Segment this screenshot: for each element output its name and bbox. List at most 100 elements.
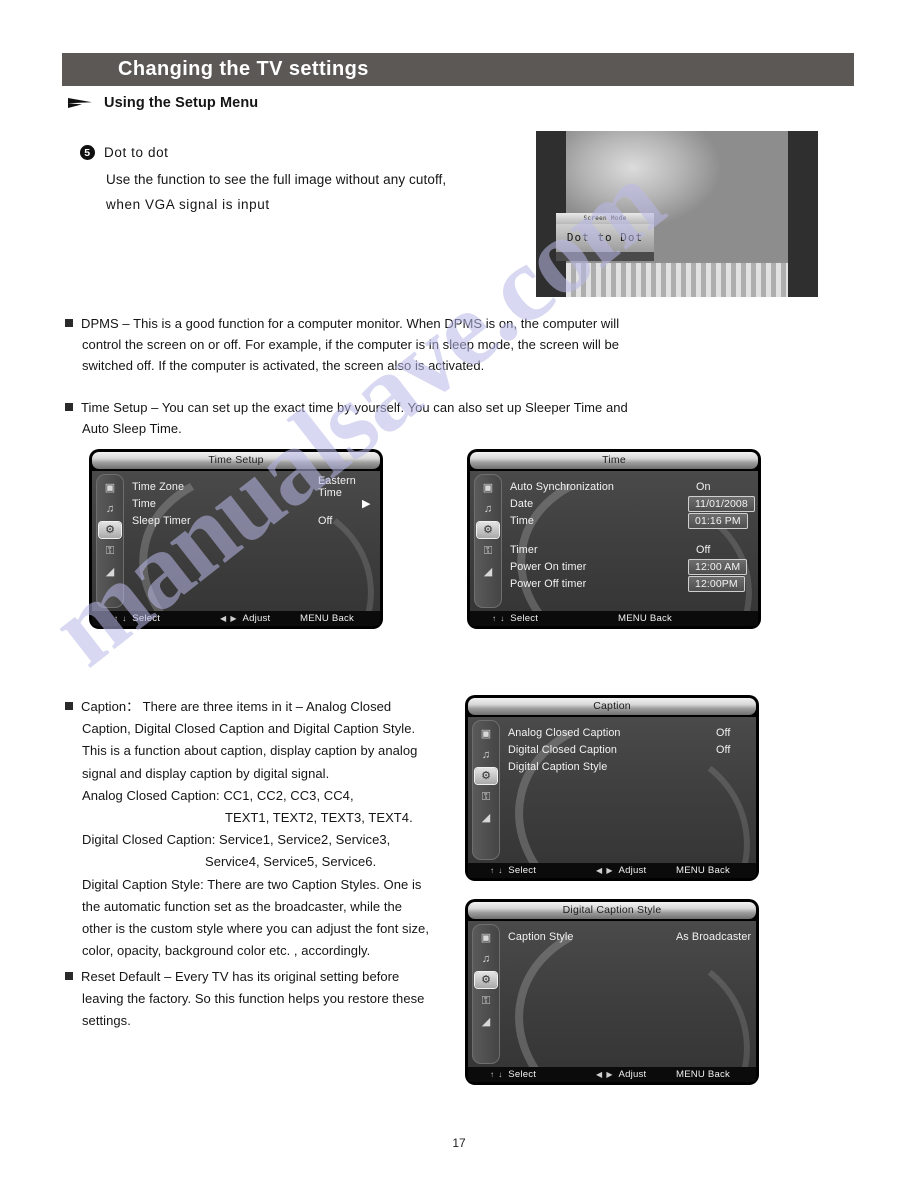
osd-body-caption: ▣ ♫ ⚙ ⚿ ◢ Analog Closed Caption Off Digital Cl… (468, 717, 756, 863)
osd-footer-back-label: MENU Back (676, 865, 731, 876)
osd-footer-back: MENU Back (300, 613, 354, 624)
osd-row-label: Analog Closed Caption (508, 726, 621, 739)
osd-row-value: Off (716, 743, 731, 756)
setup-icon[interactable]: ⚙ (475, 768, 497, 784)
osd-footer-adjust-label: Adjust (242, 613, 271, 624)
osd-footer-back-label: MENU Back (676, 1069, 731, 1080)
osd-row[interactable]: Time 01:16 PM (510, 512, 758, 529)
lock-icon[interactable]: ⚿ (475, 993, 497, 1009)
osd-row[interactable]: Timer Off (510, 541, 758, 558)
osd-row-label: Digital Closed Caption (508, 743, 618, 756)
osd-sidebar-rail[interactable]: ▣ ♫ ⚙ ⚿ ◢ (472, 924, 500, 1064)
paragraph-caption-line1: Caption： There are three items in it – A… (81, 699, 392, 714)
osd-row[interactable]: Caption Style As Broadcaster (508, 928, 756, 945)
osd-sidebar-rail[interactable]: ▣ ♫ ⚙ ⚿ ◢ (474, 474, 502, 608)
osd-row[interactable]: Auto Synchronization On (510, 478, 758, 495)
osd-row-value: On (696, 480, 711, 493)
osd-body-time-setup: ▣ ♫ ⚙ ⚿ ◢ Time Zone Eastern Time Time ▶ Sleep Ti… (92, 471, 380, 611)
osd-row-spacer (510, 529, 758, 541)
pillarbox-right (788, 131, 818, 297)
paragraph-caption-line2: Caption, Digital Closed Caption and Digi… (82, 721, 416, 737)
paragraph-reset-default-line1: Reset Default – Every TV has its origina… (81, 969, 400, 984)
osd-row-value: Off (696, 543, 711, 556)
screen-mode-popup-value: Dot to Dot (556, 224, 654, 252)
paragraph-caption-line12: color, opacity, background color etc. , … (82, 943, 371, 959)
osd-row[interactable]: Analog Closed Caption Off (508, 724, 756, 741)
osd-footer-back-label: MENU Back (300, 613, 355, 624)
osd-row-label: Time Zone (132, 480, 185, 493)
arrow-bullet-icon (68, 96, 94, 110)
audio-icon[interactable]: ♫ (475, 951, 497, 967)
lock-icon[interactable]: ⚿ (99, 543, 121, 559)
osd-footer-adjust-keys-icon: ◀ ▶ (596, 866, 614, 875)
section-heading: Using the Setup Menu (68, 95, 258, 111)
paragraph-caption-line5: Analog Closed Caption: CC1, CC2, CC3, CC… (82, 787, 354, 803)
osd-row-label: Sleep Timer (132, 514, 191, 527)
picture-icon[interactable]: ▣ (99, 480, 121, 496)
osd-row-label: Timer (510, 543, 538, 556)
osd-menu-digital-caption-style[interactable]: Digital Caption Style ▣ ♫ ⚙ ⚿ ◢ Caption Styl… (466, 900, 758, 1084)
audio-icon[interactable]: ♫ (99, 501, 121, 517)
osd-footer-select: ↑ ↓ Select (490, 1069, 536, 1080)
osd-row[interactable]: Digital Closed Caption Off (508, 741, 756, 758)
paragraph-dpms-line1: DPMS – This is a good function for a com… (81, 316, 620, 331)
antenna-icon[interactable]: ◢ (99, 564, 121, 580)
osd-row-label: Time (510, 514, 534, 527)
osd-row[interactable]: Sleep Timer Off (132, 512, 380, 529)
osd-rows-caption: Analog Closed Caption Off Digital Closed C… (508, 717, 756, 775)
osd-title-time: Time (470, 452, 758, 469)
setup-icon[interactable]: ⚙ (99, 522, 121, 538)
section-heading-label: Using the Setup Menu (104, 95, 259, 111)
osd-footer-adjust-label: Adjust (618, 1069, 647, 1080)
chapter-header-bar: Changing the TV settings (62, 53, 854, 86)
antenna-icon[interactable]: ◢ (475, 1014, 497, 1030)
page-title: Changing the TV settings (118, 58, 369, 80)
osd-menu-time-setup[interactable]: Time Setup ▣ ♫ ⚙ ⚿ ◢ Time Zone Eastern Time Ti… (90, 450, 382, 628)
picture-icon[interactable]: ▣ (477, 480, 499, 496)
osd-footer-select-label: Select (132, 613, 161, 624)
osd-menu-caption[interactable]: Caption ▣ ♫ ⚙ ⚿ ◢ Analog Closed Caption Off Di… (466, 696, 758, 880)
lock-icon[interactable]: ⚿ (477, 543, 499, 559)
osd-sidebar-rail[interactable]: ▣ ♫ ⚙ ⚿ ◢ (96, 474, 124, 608)
osd-footer-adjust: ◀ ▶ Adjust (596, 865, 646, 876)
paragraph-caption-line11: other is the custom style where you can … (82, 921, 430, 937)
setup-icon[interactable]: ⚙ (475, 972, 497, 988)
setup-icon[interactable]: ⚙ (477, 522, 499, 538)
paragraph-dpms: DPMS – This is a good function for a com… (65, 313, 765, 376)
antenna-icon[interactable]: ◢ (475, 810, 497, 826)
osd-submenu-arrow-icon[interactable]: ▶ (362, 497, 371, 510)
audio-icon[interactable]: ♫ (475, 747, 497, 763)
osd-row[interactable]: Digital Caption Style▶ (508, 758, 756, 775)
lock-icon[interactable]: ⚿ (475, 789, 497, 805)
osd-row[interactable]: Power Off timer 12:00PM (510, 575, 758, 592)
osd-row-value: Off (318, 514, 333, 527)
osd-row[interactable]: Time Zone Eastern Time (132, 475, 380, 499)
osd-row[interactable]: Power On timer 12:00 AM (510, 558, 758, 575)
osd-footer-back: MENU Back (676, 865, 730, 876)
osd-footer-back: MENU Back (618, 613, 672, 624)
osd-row-label: Time (132, 497, 156, 510)
osd-footer-adjust: ◀ ▶ Adjust (220, 613, 270, 624)
picture-icon[interactable]: ▣ (475, 726, 497, 742)
osd-row-value-box: 11/01/2008 (688, 495, 755, 512)
osd-footer-select-label: Select (508, 1069, 537, 1080)
osd-footer-select-label: Select (510, 613, 539, 624)
screen-mode-popup: Screen Mode Dot to Dot (556, 213, 654, 261)
osd-footer-adjust-keys-icon: ◀ ▶ (220, 614, 238, 623)
osd-footer-back: MENU Back (676, 1069, 730, 1080)
osd-footer-time: ↑ ↓ Select MENU Back (470, 611, 758, 626)
paragraph-time-setup-line2: Auto Sleep Time. (82, 421, 182, 436)
square-bullet-icon (65, 702, 73, 710)
picture-icon[interactable]: ▣ (475, 930, 497, 946)
osd-row-value: As Broadcaster (676, 930, 752, 943)
osd-footer-caption: ↑ ↓ Select ◀ ▶ Adjust MENU Back (468, 863, 756, 878)
paragraph-caption-line9: Digital Caption Style: There are two Cap… (82, 876, 422, 892)
osd-sidebar-rail[interactable]: ▣ ♫ ⚙ ⚿ ◢ (472, 720, 500, 860)
item-dot-to-dot-title-line: 5 Dot to dot (80, 145, 510, 160)
audio-icon[interactable]: ♫ (477, 501, 499, 517)
osd-menu-time[interactable]: Time ▣ ♫ ⚙ ⚿ ◢ Auto Synchronization On Date 11/… (468, 450, 760, 628)
osd-rows-digital-caption-style: Caption Style As Broadcaster (508, 921, 756, 945)
osd-footer-adjust: ◀ ▶ Adjust (596, 1069, 646, 1080)
antenna-icon[interactable]: ◢ (477, 564, 499, 580)
osd-row[interactable]: Date 11/01/2008 (510, 495, 758, 512)
